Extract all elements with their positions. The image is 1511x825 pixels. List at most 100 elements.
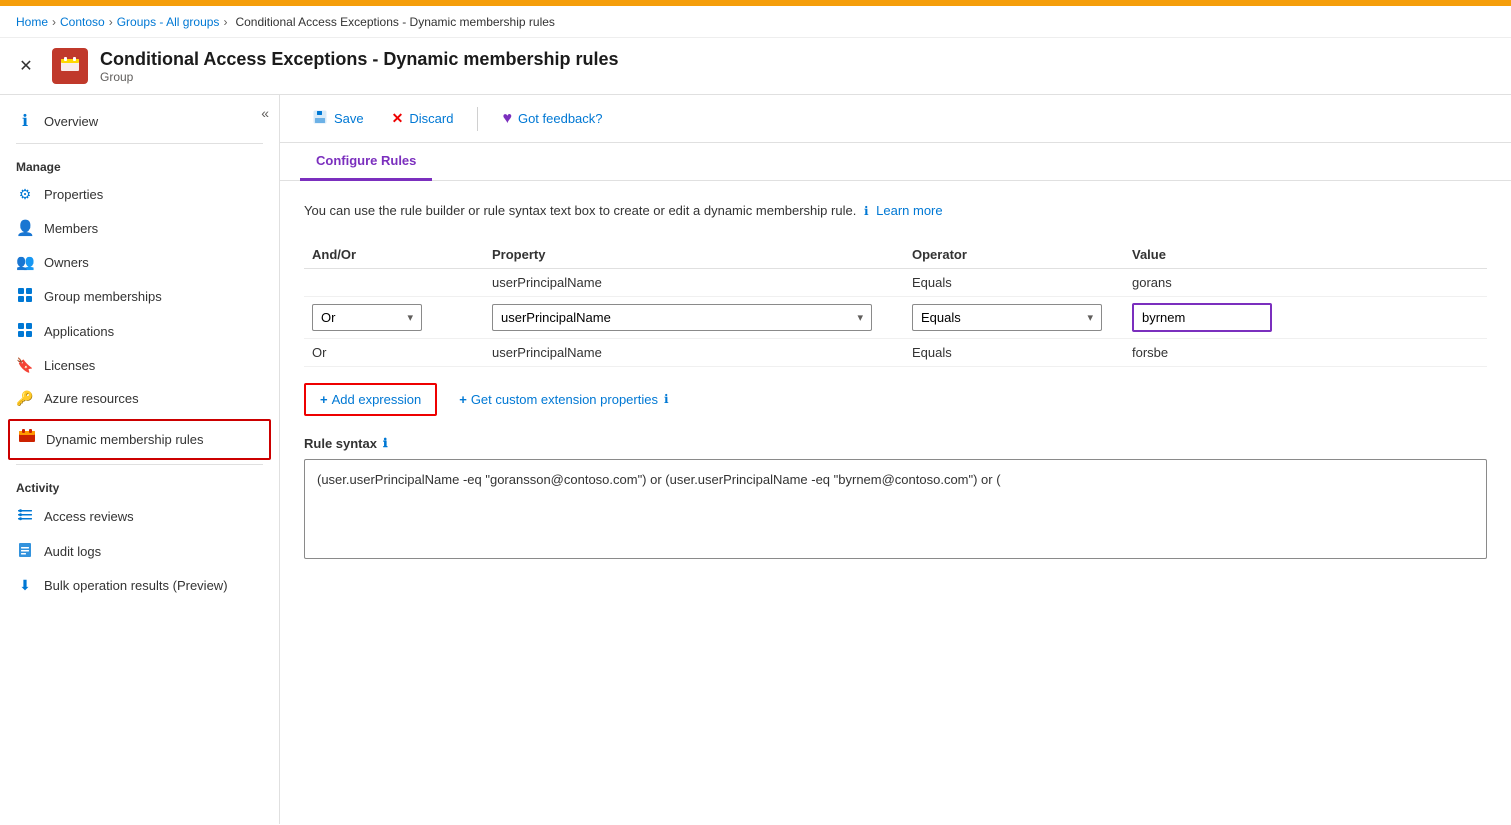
discard-label: Discard	[409, 111, 453, 126]
rule-syntax-title: Rule syntax	[304, 436, 377, 451]
sidebar: « ℹ Overview Manage ⚙ Properties 👤 Membe…	[0, 95, 280, 824]
col-header-operator: Operator	[904, 241, 1124, 269]
feedback-icon: ♥	[502, 110, 512, 128]
add-expression-button[interactable]: + Add expression	[304, 383, 437, 416]
property-select-wrapper[interactable]: userPrincipalName displayName mail depar…	[492, 304, 872, 331]
sidebar-members-label: Members	[44, 221, 98, 236]
feedback-label: Got feedback?	[518, 111, 603, 126]
save-label: Save	[334, 111, 364, 126]
info-description: You can use the rule builder or rule syn…	[304, 203, 856, 218]
row2-andor[interactable]: Or And	[304, 296, 484, 338]
sidebar-audit-logs-label: Audit logs	[44, 544, 101, 559]
page-subtitle: Group	[100, 70, 618, 84]
sidebar-item-applications[interactable]: Applications	[0, 314, 279, 349]
sidebar-item-members[interactable]: 👤 Members	[0, 211, 279, 245]
row3-value: forsbe	[1124, 338, 1487, 366]
discard-button[interactable]: ✕ Discard	[380, 104, 466, 133]
sidebar-activity-label: Activity	[0, 469, 279, 499]
tab-configure-rules-label: Configure Rules	[316, 153, 416, 168]
sidebar-divider-2	[16, 464, 263, 465]
row3-property: userPrincipalName	[484, 338, 904, 366]
breadcrumb-contoso[interactable]: Contoso	[60, 15, 105, 29]
sidebar-licenses-label: Licenses	[44, 358, 95, 373]
breadcrumb-groups[interactable]: Groups - All groups	[117, 15, 220, 29]
sidebar-owners-label: Owners	[44, 255, 89, 270]
toolbar: Save ✕ Discard ♥ Got feedback?	[280, 95, 1511, 143]
row3-operator: Equals	[904, 338, 1124, 366]
table-row: Or And userPrincipalName displayName m	[304, 296, 1487, 338]
sidebar-item-properties[interactable]: ⚙ Properties	[0, 178, 279, 211]
col-header-property: Property	[484, 241, 904, 269]
header-text: Conditional Access Exceptions - Dynamic …	[100, 49, 618, 84]
row1-value: gorans	[1124, 268, 1487, 296]
operator-select-wrapper[interactable]: Equals Not Equals Contains Not Contains …	[912, 304, 1102, 331]
access-reviews-icon	[16, 507, 34, 526]
applications-icon	[16, 322, 34, 341]
get-custom-extension-button[interactable]: + Get custom extension properties ℹ	[445, 385, 682, 414]
save-button[interactable]: Save	[300, 103, 376, 134]
sidebar-item-licenses[interactable]: 🔖 Licenses	[0, 349, 279, 382]
sidebar-item-access-reviews[interactable]: Access reviews	[0, 499, 279, 534]
audit-logs-icon	[16, 542, 34, 561]
discard-icon: ✕	[392, 110, 404, 127]
sidebar-item-dynamic-membership-rules[interactable]: Dynamic membership rules	[10, 421, 269, 458]
info-text: You can use the rule builder or rule syn…	[304, 201, 1487, 221]
header-icon	[52, 48, 88, 84]
andor-select[interactable]: Or And	[313, 305, 421, 330]
info-icon: ℹ	[864, 204, 869, 218]
rule-syntax-label: Rule syntax ℹ	[304, 436, 1487, 451]
properties-icon: ⚙	[16, 186, 34, 203]
sidebar-applications-label: Applications	[44, 324, 114, 339]
dynamic-rules-icon	[18, 428, 36, 451]
sidebar-item-overview[interactable]: ℹ Overview	[0, 95, 279, 139]
sidebar-divider-1	[16, 143, 263, 144]
sidebar-item-azure-resources[interactable]: 🔑 Azure resources	[0, 382, 279, 415]
col-header-value: Value	[1124, 241, 1487, 269]
value-input[interactable]	[1132, 303, 1272, 332]
sidebar-collapse-button[interactable]: «	[261, 105, 269, 121]
get-custom-plus-icon: +	[459, 392, 467, 407]
sidebar-item-group-memberships[interactable]: Group memberships	[0, 279, 279, 314]
rule-syntax-info-icon: ℹ	[383, 436, 388, 450]
add-expression-plus-icon: +	[320, 392, 328, 407]
page-title: Conditional Access Exceptions - Dynamic …	[100, 49, 618, 70]
operator-select[interactable]: Equals Not Equals Contains Not Contains …	[913, 305, 1101, 330]
learn-more-link[interactable]: Learn more	[876, 203, 942, 218]
breadcrumb-home[interactable]: Home	[16, 15, 48, 29]
feedback-button[interactable]: ♥ Got feedback?	[490, 104, 614, 134]
row2-value[interactable]	[1124, 296, 1487, 338]
content-area: Save ✕ Discard ♥ Got feedback? Configure…	[280, 95, 1511, 824]
tab-configure-rules[interactable]: Configure Rules	[300, 143, 432, 181]
table-row: userPrincipalName Equals gorans	[304, 268, 1487, 296]
row2-operator[interactable]: Equals Not Equals Contains Not Contains …	[904, 296, 1124, 338]
add-expression-label: Add expression	[332, 392, 422, 407]
azure-resources-icon: 🔑	[16, 390, 34, 407]
info-icon: ℹ	[16, 111, 34, 131]
sidebar-item-bulk-operations[interactable]: ⬇ Bulk operation results (Preview)	[0, 569, 279, 602]
rules-table: And/Or Property Operator Value userPrinc…	[304, 241, 1487, 367]
row1-andor	[304, 268, 484, 296]
table-row: Or userPrincipalName Equals forsbe	[304, 338, 1487, 366]
owners-icon: 👥	[16, 253, 34, 271]
property-select[interactable]: userPrincipalName displayName mail depar…	[493, 305, 871, 330]
sidebar-overview-label: Overview	[44, 114, 98, 129]
licenses-icon: 🔖	[16, 357, 34, 374]
col-header-andor: And/Or	[304, 241, 484, 269]
sidebar-access-reviews-label: Access reviews	[44, 509, 134, 524]
group-memberships-icon	[16, 287, 34, 306]
main-layout: « ℹ Overview Manage ⚙ Properties 👤 Membe…	[0, 95, 1511, 824]
close-button[interactable]: ✕	[12, 52, 40, 80]
get-custom-info-icon: ℹ	[664, 392, 669, 406]
sidebar-bulk-operations-label: Bulk operation results (Preview)	[44, 578, 228, 593]
breadcrumb: Home › Contoso › Groups - All groups › C…	[0, 6, 1511, 38]
page-header: ✕ Conditional Access Exceptions - Dynami…	[0, 38, 1511, 95]
rule-syntax-section: Rule syntax ℹ (user.userPrincipalName -e…	[304, 436, 1487, 559]
row2-property[interactable]: userPrincipalName displayName mail depar…	[484, 296, 904, 338]
sidebar-item-owners[interactable]: 👥 Owners	[0, 245, 279, 279]
sidebar-dynamic-rules-label: Dynamic membership rules	[46, 432, 204, 447]
bulk-operations-icon: ⬇	[16, 577, 34, 594]
expression-actions: + Add expression + Get custom extension …	[304, 383, 1487, 416]
sidebar-item-audit-logs[interactable]: Audit logs	[0, 534, 279, 569]
rule-syntax-box[interactable]: (user.userPrincipalName -eq "goransson@c…	[304, 459, 1487, 559]
andor-select-wrapper[interactable]: Or And	[312, 304, 422, 331]
